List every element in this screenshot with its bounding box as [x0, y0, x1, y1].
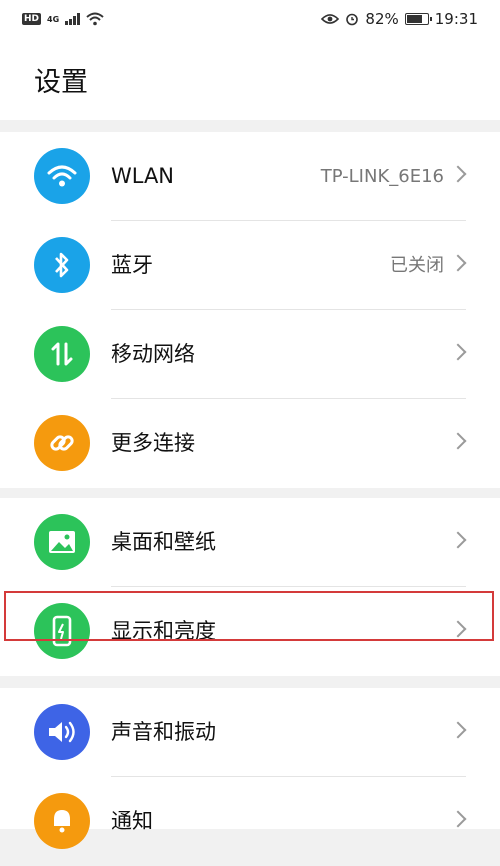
image-icon — [34, 514, 90, 570]
network-type: 4G — [47, 14, 60, 24]
settings-item-label: 桌面和壁纸 — [111, 530, 216, 554]
settings-item-mobile-network[interactable]: 移动网络 — [0, 310, 500, 399]
page-title: 设置 — [34, 67, 88, 98]
settings-item-notifications[interactable]: 通知 — [0, 777, 500, 866]
settings-group-connections: WLAN TP-LINK_6E16 蓝牙 已关闭 移动网络 更多连接 — [0, 132, 500, 488]
chevron-right-icon — [449, 810, 467, 828]
link-icon — [34, 415, 90, 471]
settings-item-home-wallpaper[interactable]: 桌面和壁纸 — [0, 498, 500, 587]
settings-item-label: 声音和振动 — [111, 720, 216, 744]
settings-item-sound-vibration[interactable]: 声音和振动 — [0, 688, 500, 777]
signal-icon — [65, 13, 81, 25]
settings-item-label: 通知 — [111, 809, 153, 833]
settings-item-value: 已关闭 — [390, 255, 444, 276]
settings-item-label: 移动网络 — [111, 342, 195, 366]
settings-item-label: 显示和亮度 — [111, 619, 216, 643]
battery-icon — [404, 13, 432, 25]
settings-item-label: WLAN — [111, 164, 175, 188]
phone-brightness-icon — [34, 603, 90, 659]
settings-item-label: 更多连接 — [111, 431, 195, 455]
settings-item-more-connections[interactable]: 更多连接 — [0, 399, 500, 488]
settings-group-sound: 声音和振动 通知 — [0, 688, 500, 849]
hd-badge: HD — [22, 13, 42, 25]
eye-comfort-icon — [321, 14, 340, 24]
alarm-icon — [346, 13, 359, 26]
mobile-data-icon — [34, 326, 90, 382]
status-right: 82% 19:31 — [321, 10, 478, 28]
settings-item-wlan[interactable]: WLAN TP-LINK_6E16 — [0, 132, 500, 221]
chevron-right-icon — [449, 165, 467, 183]
speaker-icon — [34, 704, 90, 760]
wifi-status-icon — [86, 12, 104, 26]
wifi-icon — [34, 148, 90, 204]
chevron-right-icon — [449, 531, 467, 549]
status-time: 19:31 — [434, 10, 478, 28]
status-left: HD 4G — [22, 12, 104, 26]
bell-icon — [34, 793, 90, 849]
status-bar: HD 4G 82% 19:31 — [0, 0, 500, 38]
battery-percent: 82% — [365, 10, 399, 28]
chevron-right-icon — [449, 721, 467, 739]
chevron-right-icon — [449, 620, 467, 638]
settings-item-value: TP-LINK_6E16 — [320, 166, 444, 187]
bluetooth-icon — [34, 237, 90, 293]
settings-item-display-brightness[interactable]: 显示和亮度 — [0, 587, 500, 676]
settings-item-label: 蓝牙 — [111, 253, 153, 277]
chevron-right-icon — [449, 343, 467, 361]
page-header: 设置 — [0, 38, 500, 120]
chevron-right-icon — [449, 254, 467, 272]
settings-item-bluetooth[interactable]: 蓝牙 已关闭 — [0, 221, 500, 310]
settings-group-display: 桌面和壁纸 显示和亮度 — [0, 498, 500, 676]
chevron-right-icon — [449, 432, 467, 450]
